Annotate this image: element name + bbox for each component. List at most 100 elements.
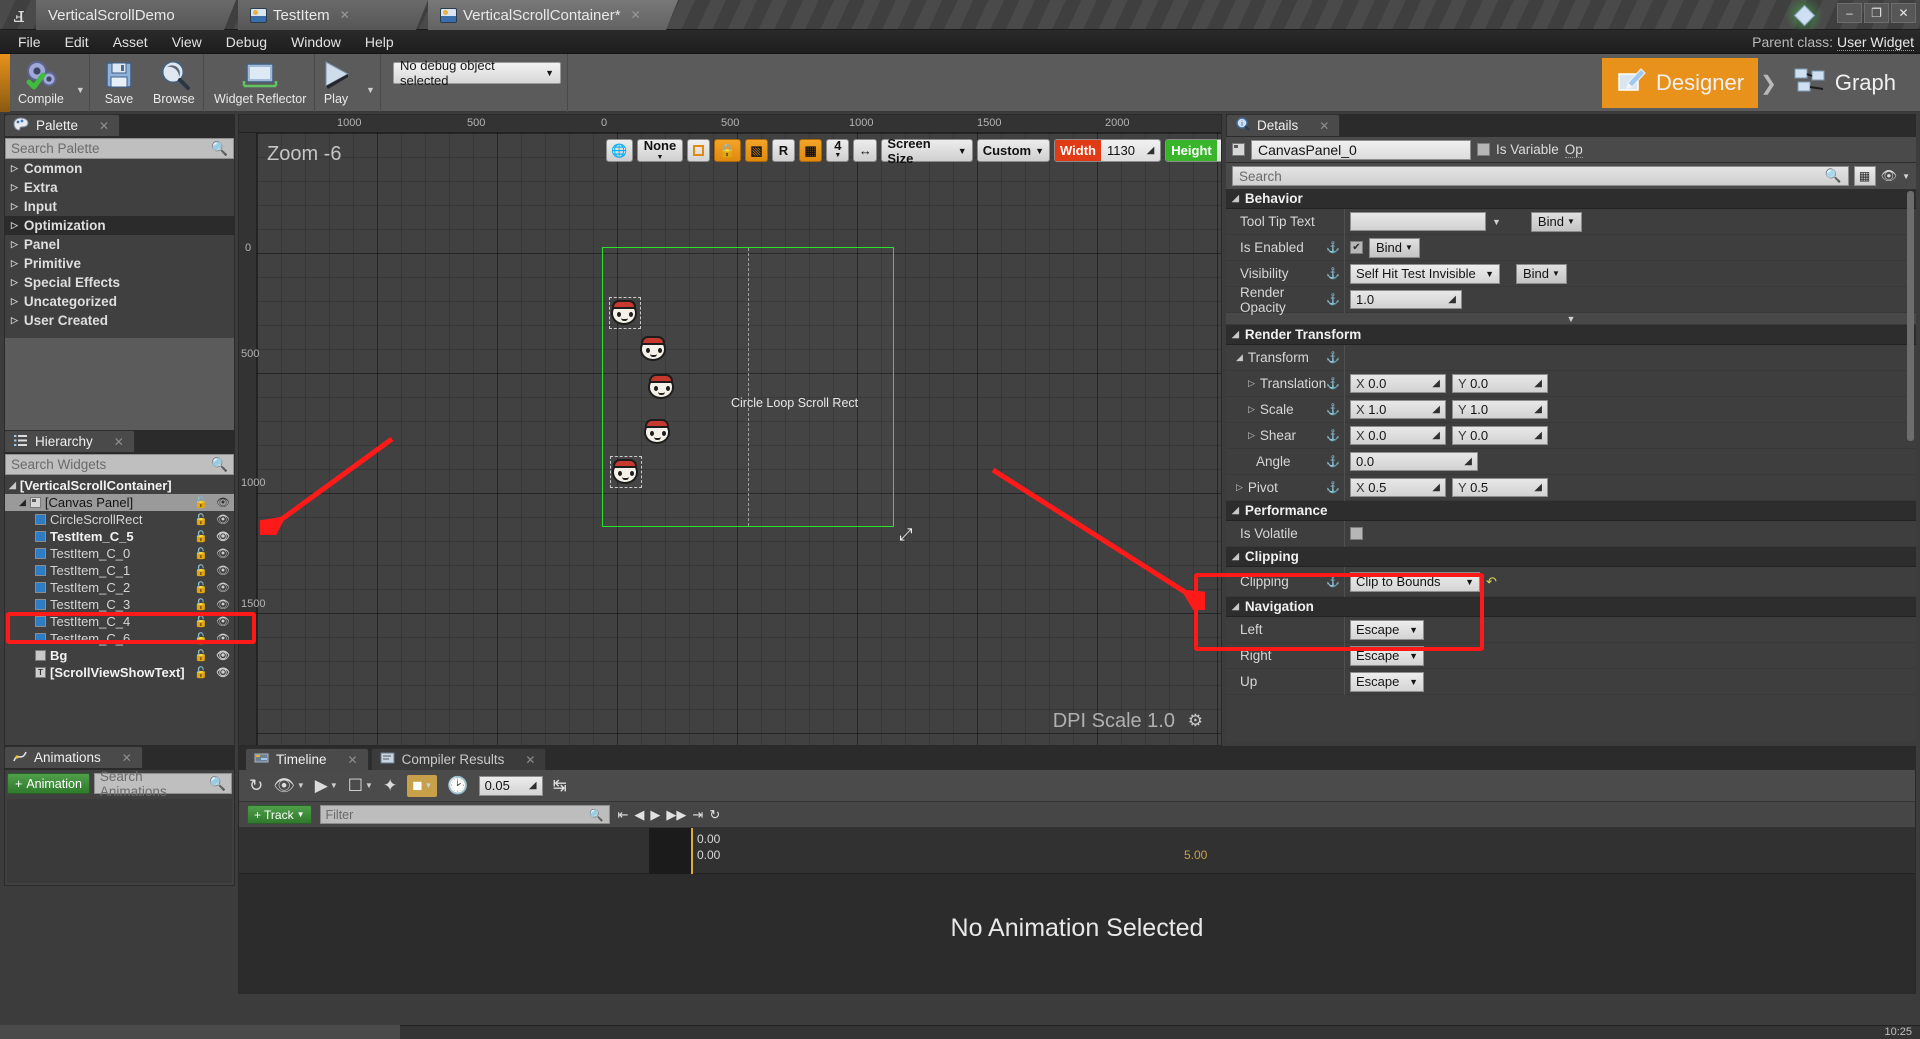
details-scrollbar[interactable] — [1907, 191, 1914, 441]
close-icon[interactable]: ✕ — [114, 435, 124, 449]
lock-icon[interactable]: 🔓 — [194, 581, 208, 594]
spinner-icon[interactable]: ◢ — [1432, 430, 1440, 441]
lock-icon[interactable]: 🔓 — [194, 513, 208, 526]
eye-icon[interactable]: 👁 — [216, 513, 230, 526]
globe-icon[interactable]: 🌐 — [606, 139, 633, 162]
lock-icon[interactable]: 🔓 — [194, 564, 208, 577]
snap-size-value[interactable]: 4 ▼ — [826, 139, 850, 162]
hierarchy-item-testitem-c-0[interactable]: TestItem_C_0 🔓 👁 — [5, 545, 234, 562]
pivot-x-input[interactable]: X 0.5 ◢ — [1350, 478, 1446, 497]
chevron-down-icon[interactable]: ◢ — [1236, 352, 1243, 363]
chevron-right-icon[interactable]: ▷ — [1248, 378, 1255, 389]
shear-x-input[interactable]: X 0.0 ◢ — [1350, 426, 1446, 445]
selected-widget-bounds[interactable]: Circle Loop Scroll Rect — [602, 247, 894, 527]
timeline-playhead[interactable] — [691, 828, 693, 874]
resize-arrows-icon[interactable]: ↔ — [853, 139, 878, 162]
eye-icon[interactable]: 👁 — [216, 649, 230, 662]
is-enabled-bind-button[interactable]: Bind ▼ — [1369, 237, 1420, 258]
clock-ic0n[interactable]: 🕑 — [447, 776, 468, 796]
skip-end-icon[interactable]: ⇥ — [692, 807, 703, 823]
tab-designer[interactable]: Designer — [1602, 58, 1759, 108]
step-forward-icon[interactable]: ▶▶ — [666, 807, 686, 823]
scale-y-input[interactable]: Y 1.0 ◢ — [1452, 400, 1548, 419]
tab-animations[interactable]: Animations ✕ — [4, 746, 143, 768]
search-animations-input[interactable]: Search Animations 🔍 — [93, 769, 232, 799]
eye-icon[interactable]: 👁 — [216, 666, 230, 679]
tool-tip-text-input[interactable] — [1350, 212, 1486, 231]
gear-icon[interactable]: ⚙ — [1188, 711, 1203, 731]
width-field-group[interactable]: Width 1130 ◢ — [1054, 139, 1162, 162]
pin-icon[interactable]: ⚓ — [1326, 267, 1340, 280]
search-palette-input[interactable]: Search Palette 🔍 — [5, 138, 234, 159]
hierarchy-item-bg[interactable]: Bg 🔓 👁 — [5, 647, 234, 664]
menu-item-debug[interactable]: Debug — [214, 30, 279, 54]
add-track-button[interactable]: + Track ▼ — [247, 805, 312, 824]
hierarchy-item-testitem-c-3[interactable]: TestItem_C_3 🔓 👁 — [5, 596, 234, 613]
pin-icon[interactable]: ⚓ — [1326, 377, 1340, 390]
skip-start-icon[interactable]: ⇤ — [618, 807, 629, 823]
translation-y-input[interactable]: Y 0.0 ◢ — [1452, 374, 1548, 393]
add-animation-button[interactable]: + Animation — [7, 773, 90, 794]
compile-dropdown-icon[interactable]: ▼ — [72, 85, 89, 95]
width-input[interactable]: 1130 ◢ — [1101, 140, 1161, 161]
animations-list[interactable] — [7, 799, 232, 883]
palette-category-panel[interactable]: ▷ Panel — [5, 235, 234, 254]
debug-object-combo[interactable]: No debug object selected ▼ — [393, 58, 561, 88]
menu-item-view[interactable]: View — [160, 30, 214, 54]
loop-icon[interactable]: ↻ — [709, 807, 720, 823]
lock-icon[interactable]: 🔓 — [194, 649, 208, 662]
lock-icon[interactable]: 🔓 — [194, 530, 208, 543]
close-icon[interactable]: ✕ — [99, 119, 109, 133]
window-tab-1[interactable]: TestItem ✕ — [238, 0, 428, 30]
eye-icon[interactable]: 👁 — [216, 564, 230, 577]
pin-icon[interactable]: ⚓ — [1326, 351, 1340, 364]
pin-icon[interactable]: ⚓ — [1326, 455, 1340, 468]
section-performance[interactable]: ◢ Performance — [1226, 501, 1916, 521]
nav-left-combo[interactable]: Escape ▼ — [1350, 619, 1424, 640]
nav-right-combo[interactable]: Escape ▼ — [1350, 645, 1424, 666]
open-link[interactable]: Op — [1564, 142, 1583, 158]
palette-category-common[interactable]: ▷ Common — [5, 159, 234, 178]
palette-category-optimization[interactable]: ▷ Optimization — [5, 216, 234, 235]
nav-up-combo[interactable]: Escape ▼ — [1350, 671, 1424, 692]
pin-icon[interactable]: ⚓ — [1326, 481, 1340, 494]
spinner-icon[interactable]: ◢ — [1448, 294, 1456, 305]
play-icon[interactable]: ▶ — [650, 807, 660, 823]
menu-item-help[interactable]: Help — [353, 30, 406, 54]
scroll-item-1[interactable] — [640, 335, 668, 363]
pin-icon[interactable]: ⚓ — [1326, 293, 1340, 306]
play-dropdown-icon[interactable]: ▼ — [362, 85, 379, 95]
scroll-item-3[interactable] — [644, 418, 672, 446]
close-button[interactable]: ✕ — [1891, 3, 1916, 23]
palette-category-uncategorized[interactable]: ▷ Uncategorized — [5, 292, 234, 311]
tab-timeline[interactable]: Timeline ✕ — [245, 748, 369, 770]
window-tab-2[interactable]: VerticalScrollContainer* ✕ — [428, 0, 678, 30]
eye-icon[interactable]: 👁 — [216, 598, 230, 611]
eye-icon[interactable]: 👁 — [216, 632, 230, 645]
widget-reflector-button[interactable]: Widget Reflector — [206, 54, 314, 112]
chevron-down-icon[interactable]: ◢ — [9, 480, 16, 491]
close-icon[interactable]: ✕ — [1319, 119, 1329, 133]
expand-more-button[interactable]: ▼ — [1226, 313, 1916, 325]
close-icon[interactable]: ✕ — [631, 8, 641, 22]
screen-size-combo[interactable]: Screen Size ▼ — [881, 136, 973, 166]
pin-icon[interactable]: ⚓ — [1326, 429, 1340, 442]
custom-size-combo[interactable]: Custom ▼ — [976, 139, 1051, 162]
eye-icon[interactable]: 👁 — [216, 615, 230, 628]
height-input[interactable]: 1068 ◢ — [1216, 140, 1221, 161]
object-name-input[interactable]: CanvasPanel_0 — [1251, 139, 1471, 160]
compile-button[interactable]: Compile — [10, 54, 72, 112]
hierarchy-item-root[interactable]: ◢ [VerticalScrollContainer] — [5, 477, 234, 494]
chevron-right-icon[interactable]: ▷ — [1248, 430, 1255, 441]
section-clipping[interactable]: ◢ Clipping — [1226, 547, 1916, 567]
hierarchy-item-circlescrollrect[interactable]: CircleScrollRect 🔓 👁 — [5, 511, 234, 528]
locale-combo[interactable]: None ▼ — [636, 139, 683, 162]
eye-icon[interactable]: 👁 — [216, 581, 230, 594]
designer-viewport[interactable]: 1000 500 0 500 1000 1500 2000 0 500 1000… — [238, 114, 1222, 746]
r-toggle-button[interactable]: R — [771, 139, 795, 162]
window-tab-0[interactable]: VerticalScrollDemo — [36, 0, 236, 30]
section-navigation[interactable]: ◢ Navigation — [1226, 597, 1916, 617]
minimize-button[interactable]: – — [1837, 3, 1862, 23]
eye-icon[interactable]: 👁 — [216, 496, 230, 509]
translation-x-input[interactable]: X 0.0 ◢ — [1350, 374, 1446, 393]
